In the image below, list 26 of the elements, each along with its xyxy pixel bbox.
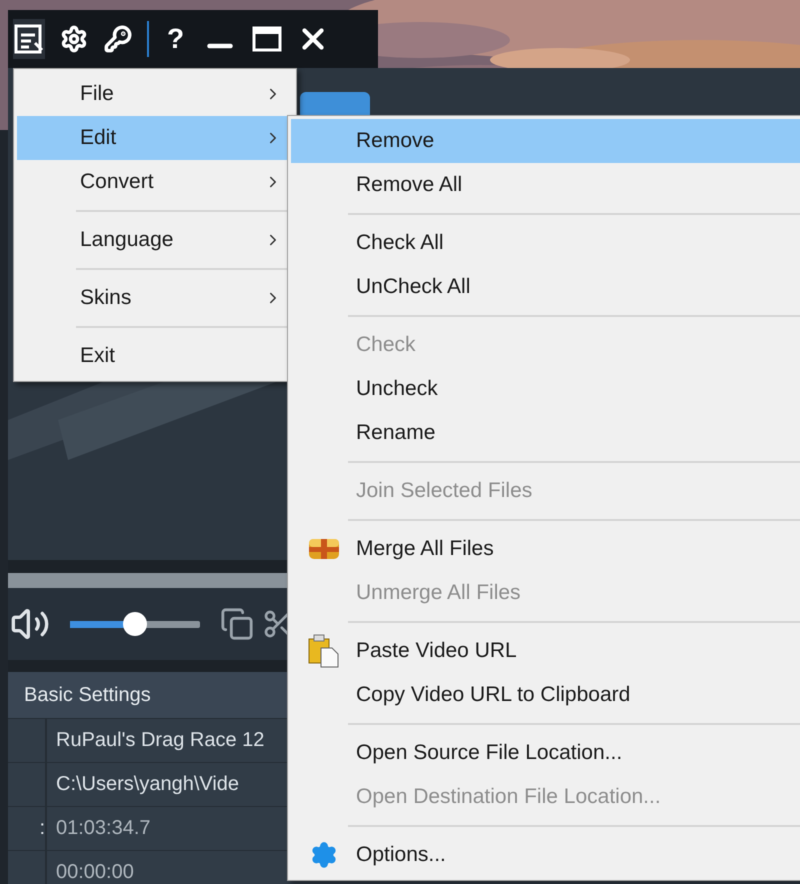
- menu-item[interactable]: Merge All Files: [291, 527, 800, 571]
- menu-item[interactable]: Options...: [291, 833, 800, 877]
- table-cell: :: [39, 817, 45, 840]
- menu-item[interactable]: Uncheck: [291, 367, 800, 411]
- menu-item[interactable]: File: [17, 72, 293, 116]
- menu-item[interactable]: Open Source File Location...: [291, 731, 800, 775]
- package-icon: [308, 536, 340, 562]
- key-icon[interactable]: [104, 25, 132, 53]
- gear-icon: [310, 841, 338, 869]
- menu-item[interactable]: Remove: [291, 119, 800, 163]
- table-cell: C:\Users\yangh\Vide: [56, 773, 240, 796]
- copy-icon[interactable]: [220, 607, 254, 641]
- maximize-icon[interactable]: [252, 26, 282, 52]
- table-cell: 01:03:34.7: [56, 817, 151, 840]
- table-cell: 00:00:00: [56, 861, 134, 884]
- menu-item[interactable]: Check All: [291, 221, 800, 265]
- menu-item[interactable]: Rename: [291, 411, 800, 455]
- help-button[interactable]: ?: [163, 23, 188, 55]
- list-icon[interactable]: [13, 23, 45, 55]
- menu-item[interactable]: Remove All: [291, 163, 800, 207]
- menu-item[interactable]: UnCheck All: [291, 265, 800, 309]
- menu-item[interactable]: Copy Video URL to Clipboard: [291, 673, 800, 717]
- settings-icon[interactable]: [60, 25, 88, 53]
- table-cell: RuPaul's Drag Race 12: [56, 729, 264, 752]
- clipboard-icon: [308, 634, 340, 668]
- menu-item[interactable]: Paste Video URL: [291, 629, 800, 673]
